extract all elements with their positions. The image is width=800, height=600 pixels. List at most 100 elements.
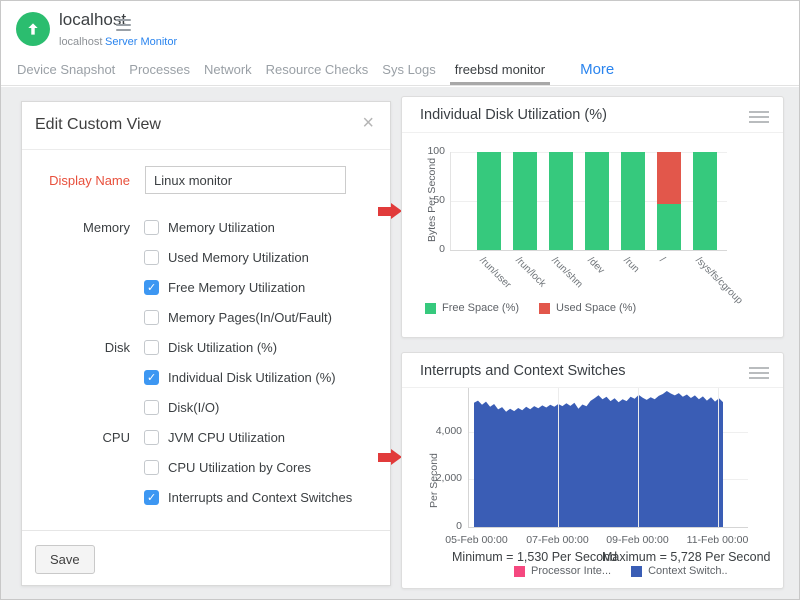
metric-label[interactable]: Memory Pages(In/Out/Fault) (168, 310, 332, 325)
breadcrumb-server-monitor-link[interactable]: Server Monitor (105, 36, 177, 48)
save-button[interactable]: Save (35, 545, 95, 574)
tab-resource-checks[interactable]: Resource Checks (266, 53, 369, 85)
area-series-context-switches (469, 388, 748, 527)
tab-bar-tabs: Device Snapshot Processes Network Resource … (17, 53, 564, 85)
edit-custom-view-dialog: Edit Custom View × Display Name MemoryMe… (21, 101, 391, 586)
metric-row: ✓ Free Memory Utilization (22, 272, 390, 302)
metric-label[interactable]: CPU Utilization by Cores (168, 460, 311, 475)
checkbox-memory-utilization[interactable] (144, 220, 159, 235)
metric-row: ✓ Individual Disk Utilization (%) (22, 362, 390, 392)
metric-label[interactable]: Disk(I/O) (168, 400, 219, 415)
legend-swatch (425, 303, 436, 314)
dialog-header: Edit Custom View × (22, 102, 390, 150)
close-icon[interactable]: × (362, 113, 374, 133)
metric-label[interactable]: Disk Utilization (%) (168, 340, 277, 355)
metric-row: CPU JVM CPU Utilization (22, 422, 390, 452)
dialog-footer: Save (22, 530, 390, 585)
tab-network[interactable]: Network (204, 53, 252, 85)
metric-label[interactable]: Interrupts and Context Switches (168, 490, 352, 505)
checkbox-memory-pages-in-out-fault-[interactable] (144, 310, 159, 325)
chart-title: Interrupts and Context Switches (420, 363, 626, 379)
minimum-annotation: Minimum = 1,530 Per Second (452, 550, 617, 564)
metric-row: ✓ Interrupts and Context Switches (22, 482, 390, 512)
x-tick: 11-Feb 00:00 (687, 534, 749, 546)
bar-/run/shm (549, 152, 573, 250)
legend-swatch (539, 303, 550, 314)
legend-item: Processor Inte... (514, 565, 611, 577)
checkbox-interrupts-and-context-switches[interactable]: ✓ (144, 490, 159, 505)
metric-row: Disk(I/O) (22, 392, 390, 422)
legend-item: Free Space (%) (425, 302, 519, 314)
checkbox-individual-disk-utilization-[interactable]: ✓ (144, 370, 159, 385)
metric-label[interactable]: JVM CPU Utilization (168, 430, 285, 445)
y-tick: 2,000 (402, 472, 462, 484)
bar-free-segment (549, 152, 573, 250)
x-tick: / (657, 255, 667, 265)
group-label-disk: Disk (22, 340, 130, 355)
chart-title: Individual Disk Utilization (%) (420, 107, 607, 123)
y-tick: 0 (402, 243, 445, 255)
c1-legend: Free Space (%) Used Space (%) (425, 302, 656, 314)
x-tick: /sys/fs/cgroup (693, 255, 744, 306)
checkbox-cpu-utilization-by-cores[interactable] (144, 460, 159, 475)
header: localhost localhost Server Monitor (1, 1, 799, 53)
x-tick: /run/user (477, 255, 513, 291)
group-label-cpu: CPU (22, 430, 130, 445)
red-arrow-right-icon-1 (378, 203, 403, 220)
tab-device-snapshot[interactable]: Device Snapshot (17, 53, 115, 85)
checkbox-disk-i-o-[interactable] (144, 400, 159, 415)
x-tick: /run (621, 255, 641, 275)
tab-bar: Device Snapshot Processes Network Resource … (1, 53, 799, 86)
metric-label[interactable]: Individual Disk Utilization (%) (168, 370, 336, 385)
hamburger-icon[interactable] (749, 111, 769, 126)
hamburger-icon[interactable] (116, 19, 131, 34)
red-arrow-right-icon-2 (378, 449, 403, 466)
tab-more[interactable]: More (580, 53, 614, 85)
gridline (558, 388, 559, 527)
y-tick: 4,000 (402, 425, 462, 437)
checkbox-free-memory-utilization[interactable]: ✓ (144, 280, 159, 295)
x-tick: 09-Feb 00:00 (606, 534, 668, 546)
group-label-memory: Memory (22, 220, 130, 235)
x-tick: /dev (585, 255, 606, 276)
c2-plot (468, 388, 748, 528)
metric-label[interactable]: Free Memory Utilization (168, 280, 305, 295)
tab-freebsd-monitor[interactable]: freebsd monitor (450, 53, 550, 85)
legend-swatch (631, 566, 642, 577)
bar-free-segment (657, 204, 681, 250)
y-tick: 100 (402, 145, 445, 157)
x-axis-line (450, 250, 727, 251)
display-name-input[interactable] (145, 166, 346, 194)
legend-swatch (514, 566, 525, 577)
bar-free-segment (621, 152, 645, 250)
checkbox-disk-utilization-[interactable] (144, 340, 159, 355)
tab-processes[interactable]: Processes (129, 53, 190, 85)
metric-checklist: Memory Memory Utilization Used Memory Util… (22, 212, 390, 512)
bar-/run/user (477, 152, 501, 250)
bar-free-segment (513, 152, 537, 250)
tab-sys-logs[interactable]: Sys Logs (382, 53, 435, 85)
legend-item: Context Switch.. (631, 565, 727, 577)
bar-free-segment (585, 152, 609, 250)
legend-label: Used Space (%) (556, 302, 636, 314)
y-axis-line (450, 152, 451, 250)
metric-row: Memory Memory Utilization (22, 212, 390, 242)
hamburger-icon[interactable] (749, 367, 769, 382)
checkbox-used-memory-utilization[interactable] (144, 250, 159, 265)
legend-item: Used Space (%) (539, 302, 636, 314)
legend-label: Context Switch.. (648, 565, 727, 577)
c2-legend: Processor Inte... Context Switch.. (514, 565, 748, 577)
divider (402, 132, 783, 133)
dialog-title: Edit Custom View (35, 116, 161, 134)
maximum-annotation: Maximum = 5,728 Per Second (602, 550, 771, 564)
legend-label: Processor Inte... (531, 565, 611, 577)
gridline (638, 388, 639, 527)
metric-row: CPU Utilization by Cores (22, 452, 390, 482)
monitor-status-up-icon (16, 12, 50, 46)
metric-label[interactable]: Memory Utilization (168, 220, 275, 235)
disk-utilization-card: Individual Disk Utilization (%) Bytes Pe… (401, 96, 784, 338)
bar-/run (621, 152, 645, 250)
metric-label[interactable]: Used Memory Utilization (168, 250, 309, 265)
y-tick: 0 (402, 520, 462, 532)
checkbox-jvm-cpu-utilization[interactable] (144, 430, 159, 445)
